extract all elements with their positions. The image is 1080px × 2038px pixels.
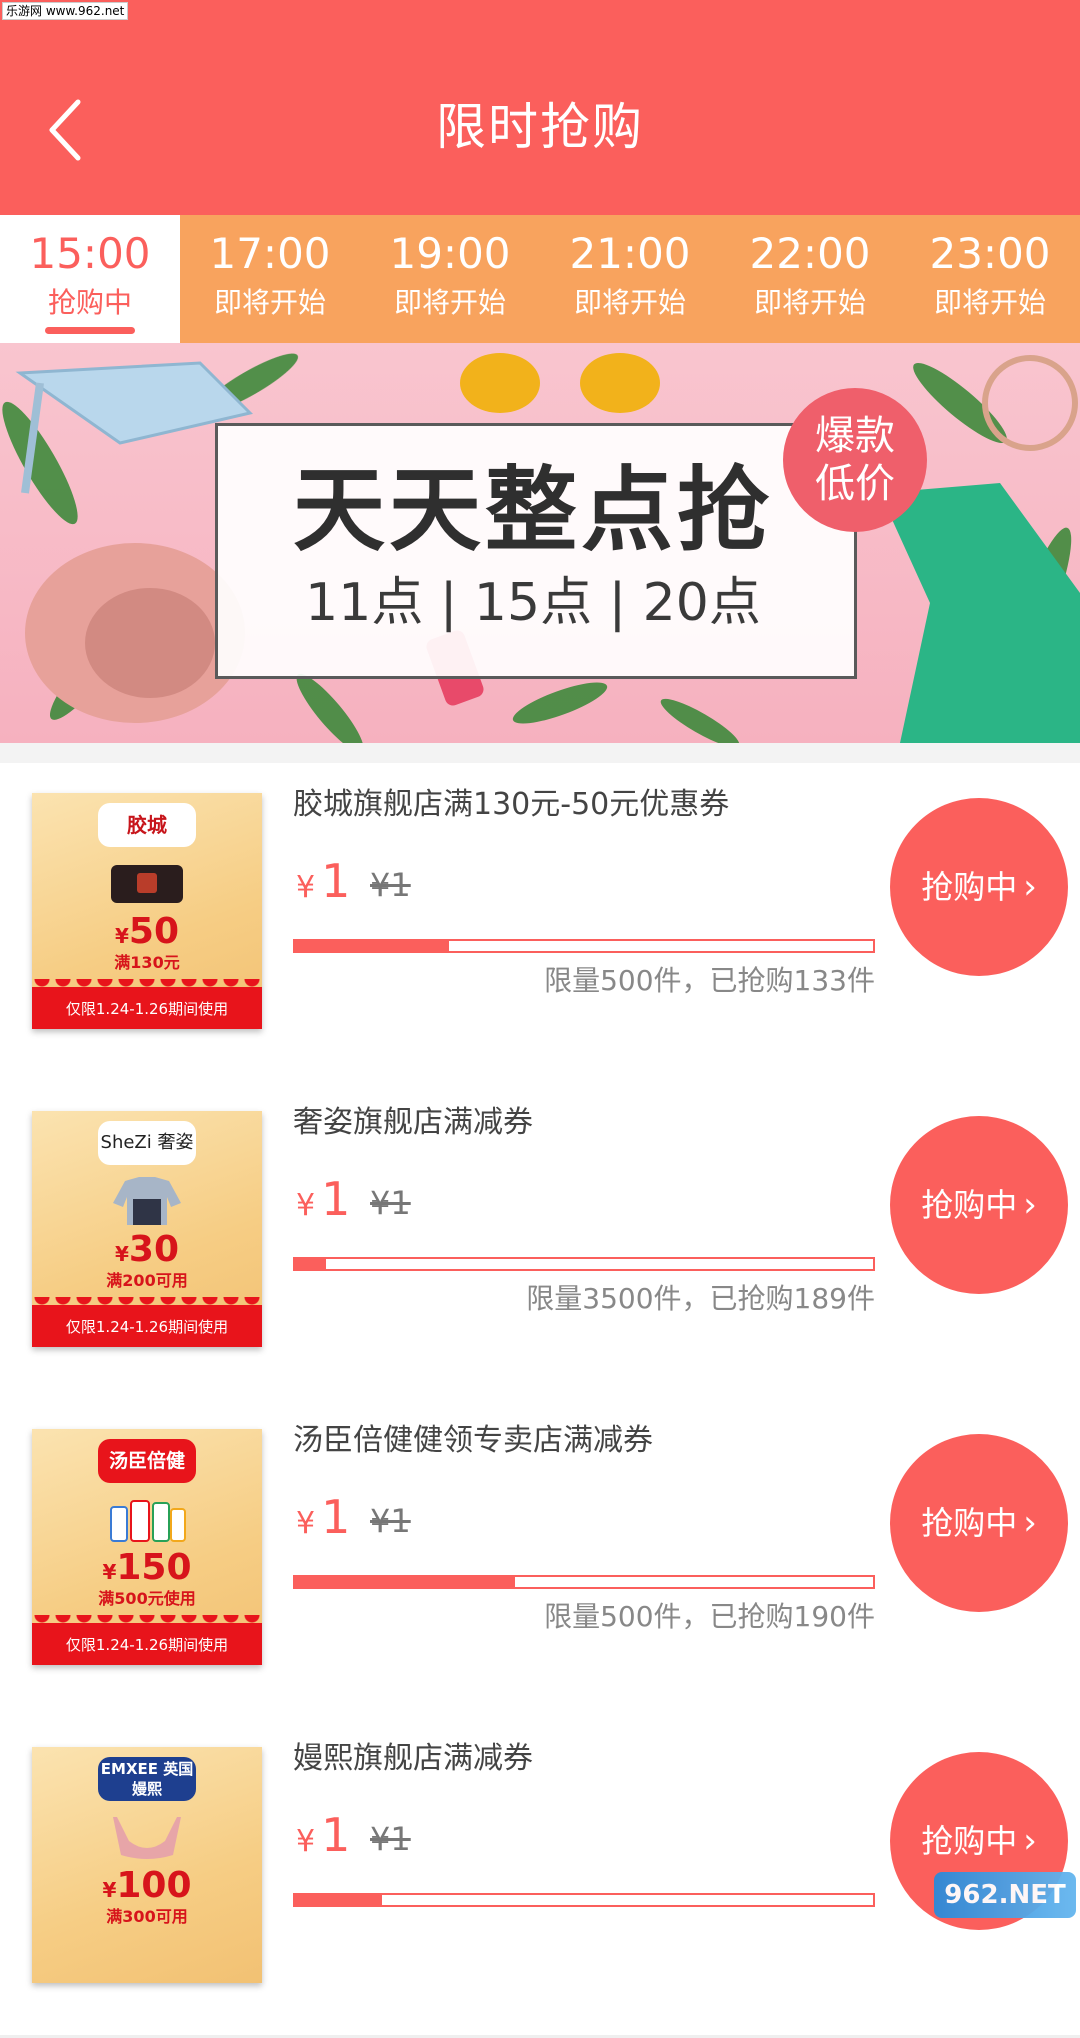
original-price: ¥1 — [370, 1184, 411, 1222]
time-tabs: 15:00 抢购中 17:00 即将开始 19:00 即将开始 21:00 即将… — [0, 215, 1080, 343]
banner-badge: 爆款 低价 — [783, 388, 927, 532]
tab-status: 即将开始 — [393, 286, 506, 319]
coupon-amount: ¥150 — [102, 1547, 192, 1588]
chevron-right-icon: › — [1023, 1821, 1037, 1861]
tab-time: 19:00 — [389, 229, 511, 278]
section-divider — [0, 743, 1080, 763]
progress-fill — [295, 941, 449, 951]
item-title: 嫚熙旗舰店满减券 — [293, 1741, 533, 1776]
tab-time: 17:00 — [209, 229, 331, 278]
sold-progress-bar — [293, 1575, 875, 1589]
progress-fill — [295, 1259, 327, 1269]
list-item[interactable]: 胶城 ¥50 满130元 仅限1.24-1.26期间使用 胶城旗舰店满130元-… — [0, 763, 1080, 1084]
watermark-logo: 962.NET — [934, 1872, 1076, 1918]
coupon-image: 胶城 ¥50 满130元 仅限1.24-1.26期间使用 — [32, 793, 262, 1029]
progress-fill — [295, 1577, 515, 1587]
wallet-icon — [111, 865, 183, 903]
sold-progress-bar — [293, 1257, 875, 1271]
coupon-condition: 满500元使用 — [98, 1589, 196, 1608]
current-price: ¥1 — [296, 1808, 351, 1862]
tab-2100[interactable]: 21:00 即将开始 — [540, 215, 720, 343]
tab-time: 21:00 — [569, 229, 691, 278]
item-title: 胶城旗舰店满130元-50元优惠券 — [293, 787, 730, 822]
chevron-right-icon: › — [1023, 1503, 1037, 1543]
original-price: ¥1 — [370, 1502, 411, 1540]
current-price: ¥1 — [296, 1490, 351, 1544]
tab-time: 15:00 — [29, 229, 151, 278]
tab-status: 即将开始 — [573, 286, 686, 319]
coupon-amount: ¥30 — [114, 1229, 180, 1270]
stock-text: 限量500件，已抢购190件 — [544, 1600, 875, 1633]
banner-title: 天天整点抢 — [292, 457, 773, 564]
tab-status: 抢购中 — [47, 286, 132, 319]
list-item[interactable]: EMXEE 英国嫚熙 ¥100 满300可用 嫚熙旗舰店满减券 ¥1 ¥1 抢购… — [0, 1717, 1080, 2038]
coupon-condition: 满200可用 — [106, 1271, 188, 1290]
lingerie-icon — [113, 1817, 181, 1859]
tab-time: 23:00 — [929, 229, 1051, 278]
active-tab-indicator — [45, 327, 135, 334]
stock-text: 限量500件，已抢购133件 — [544, 964, 875, 997]
tab-status: 即将开始 — [753, 286, 866, 319]
coupon-amount: ¥50 — [114, 911, 180, 952]
tab-1700[interactable]: 17:00 即将开始 — [180, 215, 360, 343]
buy-button[interactable]: 抢购中 › — [890, 1434, 1068, 1612]
tab-time: 22:00 — [749, 229, 871, 278]
coupon-validity: 仅限1.24-1.26期间使用 — [32, 1305, 262, 1347]
coupon-image: SheZi 奢姿 ¥30 满200可用 仅限1.24-1.26期间使用 — [32, 1111, 262, 1347]
watermark-top: 乐游网 www.962.net — [2, 2, 129, 20]
coupon-condition: 满300可用 — [106, 1907, 188, 1926]
sold-progress-bar — [293, 939, 875, 953]
page-title: 限时抢购 — [436, 98, 644, 156]
banner-times: 11点 | 15点 | 20点 — [305, 573, 761, 633]
supplement-bottles-icon — [110, 1500, 186, 1542]
coupon-image: EMXEE 英国嫚熙 ¥100 满300可用 — [32, 1747, 262, 1983]
sold-progress-bar — [293, 1893, 875, 1907]
coupon-image: 汤臣倍健 ¥150 满500元使用 仅限1.24-1.26期间使用 — [32, 1429, 262, 1665]
original-price: ¥1 — [370, 866, 411, 904]
tab-2300[interactable]: 23:00 即将开始 — [900, 215, 1080, 343]
coupon-condition: 满130元 — [114, 953, 180, 972]
original-price: ¥1 — [370, 1820, 411, 1858]
item-title: 汤臣倍健健领专卖店满减券 — [293, 1423, 653, 1458]
progress-fill — [295, 1895, 382, 1905]
coupon-validity: 仅限1.24-1.26期间使用 — [32, 1623, 262, 1665]
promo-banner[interactable]: 天天整点抢 11点 | 15点 | 20点 爆款 低价 — [0, 343, 1080, 743]
header-bar: 限时抢购 — [0, 0, 1080, 215]
tab-1900[interactable]: 19:00 即将开始 — [360, 215, 540, 343]
buy-button[interactable]: 抢购中 › — [890, 798, 1068, 976]
coupon-amount: ¥100 — [102, 1865, 192, 1906]
item-title: 奢姿旗舰店满减券 — [293, 1105, 533, 1140]
stock-text: 限量3500件，已抢购189件 — [526, 1282, 875, 1315]
buy-button[interactable]: 抢购中 › — [890, 1116, 1068, 1294]
badge-line-1: 爆款 — [815, 413, 895, 459]
current-price: ¥1 — [296, 1172, 351, 1226]
chevron-right-icon: › — [1023, 867, 1037, 907]
brand-logo: EMXEE 英国嫚熙 — [98, 1757, 196, 1801]
tab-2200[interactable]: 22:00 即将开始 — [720, 215, 900, 343]
brand-logo: 胶城 — [98, 803, 196, 847]
chevron-right-icon: › — [1023, 1185, 1037, 1225]
tab-1500[interactable]: 15:00 抢购中 — [0, 215, 180, 343]
current-price: ¥1 — [296, 854, 351, 908]
badge-line-2: 低价 — [815, 461, 895, 507]
clothing-icon — [113, 1177, 181, 1225]
tab-status: 即将开始 — [213, 286, 326, 319]
coupon-validity: 仅限1.24-1.26期间使用 — [32, 987, 262, 1029]
brand-logo: SheZi 奢姿 — [98, 1121, 196, 1165]
list-item[interactable]: 汤臣倍健 ¥150 满500元使用 仅限1.24-1.26期间使用 汤臣倍健健领… — [0, 1399, 1080, 1720]
tab-status: 即将开始 — [933, 286, 1046, 319]
list-item[interactable]: SheZi 奢姿 ¥30 满200可用 仅限1.24-1.26期间使用 奢姿旗舰… — [0, 1081, 1080, 1402]
brand-logo: 汤臣倍健 — [98, 1439, 196, 1483]
